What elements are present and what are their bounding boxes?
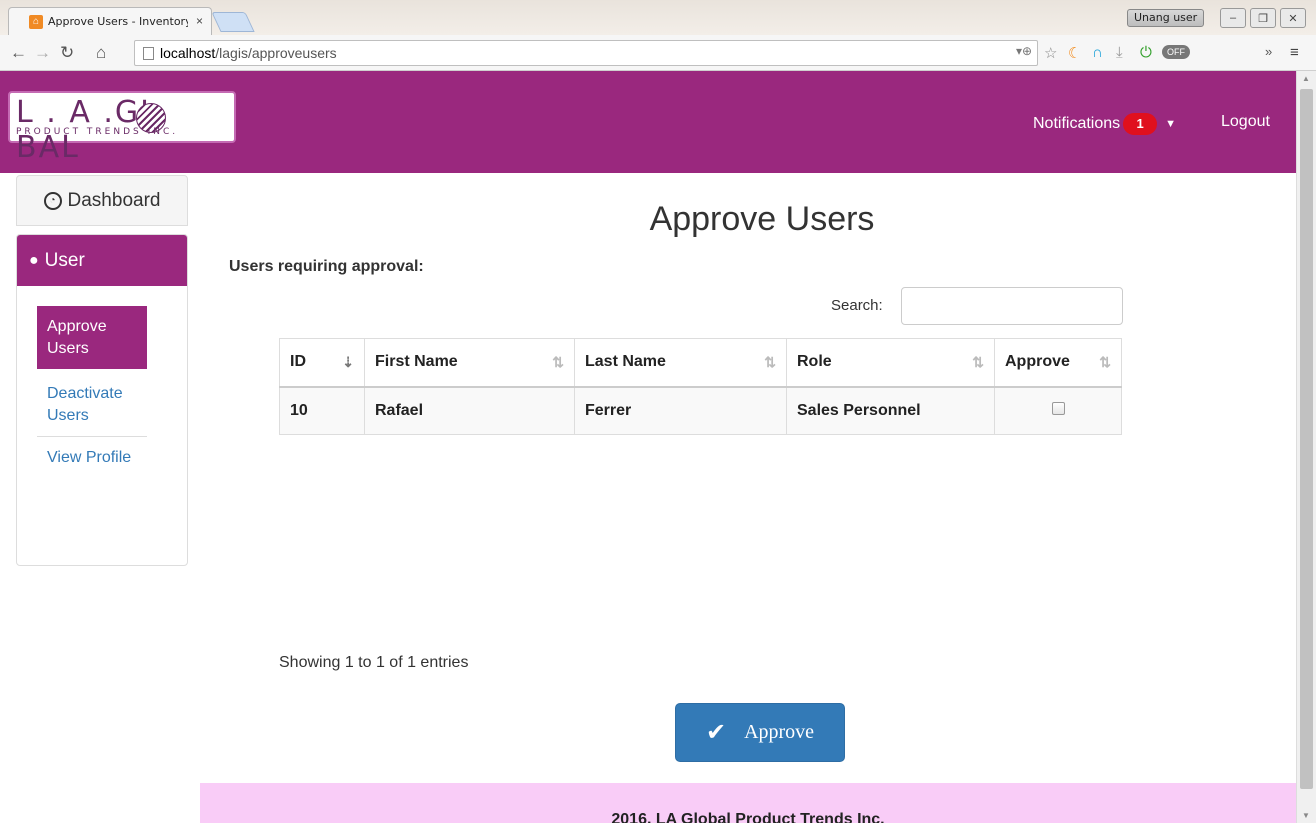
url-path: /lagis/approveusers (215, 45, 337, 61)
browser-tab[interactable]: ⌂ Approve Users - Inventory × (8, 7, 212, 35)
notification-count-badge: 1 (1123, 113, 1158, 135)
favicon-icon: ⌂ (29, 14, 43, 29)
new-tab-button[interactable] (211, 12, 255, 32)
menu-icon[interactable]: ≡ (1290, 44, 1299, 61)
browser-toolbar: ← → ↻ ⌂ localhost/lagis/approveusers ▾⊕ … (0, 35, 1316, 71)
user-panel: ● User Approve Users Deactivate Users Vi… (16, 234, 188, 566)
download-icon[interactable]: ⤓ (1116, 44, 1123, 61)
column-label: Last Name (585, 353, 666, 371)
column-label: ID (290, 353, 306, 371)
user-panel-heading[interactable]: ● User (17, 235, 187, 286)
table-row: 10 Rafael Ferrer Sales Personnel (279, 386, 1122, 435)
tab-close-icon[interactable]: × (196, 14, 203, 28)
sidebar-item-view-profile[interactable]: View Profile (37, 437, 147, 479)
cell-last-name: Ferrer (574, 386, 787, 435)
approve-button[interactable]: ✔ Approve (675, 703, 845, 762)
user-icon: ● (29, 251, 39, 269)
headphones-icon[interactable]: ∩ (1092, 44, 1103, 61)
sort-icon: ⇅ (764, 354, 776, 370)
back-icon[interactable]: ← (10, 43, 27, 63)
profile-badge[interactable]: Unang user (1127, 9, 1205, 27)
tab-title: Approve Users - Inventory (48, 15, 188, 28)
column-label: Role (797, 353, 832, 371)
cell-approve (994, 386, 1122, 435)
checkmark-icon: ✔ (705, 720, 727, 746)
approve-checkbox[interactable] (1051, 401, 1065, 415)
footer: 2016, LA Global Product Trends Inc. (200, 783, 1296, 823)
bookmark-star-icon[interactable]: ☆ (1044, 44, 1057, 62)
scroll-up-icon[interactable]: ▲ (1302, 74, 1310, 83)
table-header-row: ID ⇣ First Name ⇅ Last Name ⇅ Role ⇅ App… (279, 338, 1122, 388)
column-header-role[interactable]: Role ⇅ (786, 338, 995, 388)
cell-first-name: Rafael (364, 386, 575, 435)
home-icon[interactable]: ⌂ (96, 43, 106, 63)
column-label: Approve (1005, 353, 1070, 371)
toggle-off-extension[interactable]: OFF (1162, 45, 1190, 59)
cell-role: Sales Personnel (786, 386, 995, 435)
users-table: ID ⇣ First Name ⇅ Last Name ⇅ Role ⇅ App… (279, 338, 1122, 435)
sidebar-item-dashboard[interactable]: ◔ Dashboard (16, 175, 188, 226)
sidebar-item-approve-users[interactable]: Approve Users (37, 306, 147, 370)
cell-id: 10 (279, 386, 365, 435)
reload-icon[interactable]: ↻ (60, 43, 74, 63)
page-title: Approve Users (649, 200, 875, 238)
sort-icon: ⇅ (552, 354, 564, 370)
app-header: L . A .GL BAL PRODUCT TRENDS INC. Notifi… (0, 71, 1296, 173)
overflow-chevron-icon[interactable]: » (1265, 44, 1272, 59)
caret-down-icon: ▼ (1165, 118, 1177, 130)
notifications-label: Notifications (1033, 115, 1121, 132)
notifications-dropdown[interactable]: Notifications 1 ▼ (1033, 113, 1176, 135)
minimize-icon[interactable]: – (1220, 8, 1246, 28)
scrollbar-thumb[interactable] (1300, 89, 1313, 789)
page-icon (143, 46, 154, 60)
dashboard-label: Dashboard (67, 189, 161, 211)
column-header-approve[interactable]: Approve ⇅ (994, 338, 1122, 388)
sidebar-item-deactivate-users[interactable]: Deactivate Users (37, 373, 147, 436)
column-label: First Name (375, 353, 458, 371)
section-subheading: Users requiring approval: (229, 258, 424, 275)
column-header-last-name[interactable]: Last Name ⇅ (574, 338, 787, 388)
address-bar[interactable]: localhost/lagis/approveusers (134, 40, 1038, 66)
restore-icon[interactable]: ❐ (1250, 8, 1276, 28)
table-info: Showing 1 to 1 of 1 entries (279, 654, 469, 671)
column-header-id[interactable]: ID ⇣ (279, 338, 365, 388)
close-window-icon[interactable]: ✕ (1280, 8, 1306, 28)
browser-tab-strip: ⌂ Approve Users - Inventory × Unang user… (0, 0, 1316, 35)
search-label: Search: (831, 297, 883, 314)
approve-button-label: Approve (744, 721, 815, 743)
page-scrollbar[interactable]: ▲ ▼ (1296, 71, 1316, 823)
power-icon[interactable]: ⏻ (1140, 44, 1152, 61)
forward-icon[interactable]: → (34, 43, 51, 63)
logo-subtext: PRODUCT TRENDS INC. (16, 127, 179, 137)
sort-icon: ⇅ (972, 354, 984, 370)
search-input[interactable] (901, 287, 1123, 325)
sort-icon: ⇅ (1099, 354, 1111, 370)
dashboard-gauge-icon: ◔ (43, 191, 62, 210)
sidebar: ◔ Dashboard ● User Approve Users Deactiv… (16, 175, 188, 566)
window-controls: – ❐ ✕ (1220, 8, 1306, 28)
extension-c-icon[interactable]: ☾ (1068, 44, 1081, 62)
footer-text: 2016, LA Global Product Trends Inc. (611, 811, 885, 823)
zoom-icon[interactable]: ▾⊕ (1016, 44, 1032, 58)
company-logo[interactable]: L . A .GL BAL PRODUCT TRENDS INC. (8, 91, 236, 165)
sort-asc-icon: ⇣ (342, 354, 354, 370)
logout-link[interactable]: Logout (1221, 113, 1270, 131)
column-header-first-name[interactable]: First Name ⇅ (364, 338, 575, 388)
scroll-down-icon[interactable]: ▼ (1302, 811, 1310, 820)
user-section-label: User (44, 249, 85, 271)
url-host: localhost (160, 45, 216, 61)
